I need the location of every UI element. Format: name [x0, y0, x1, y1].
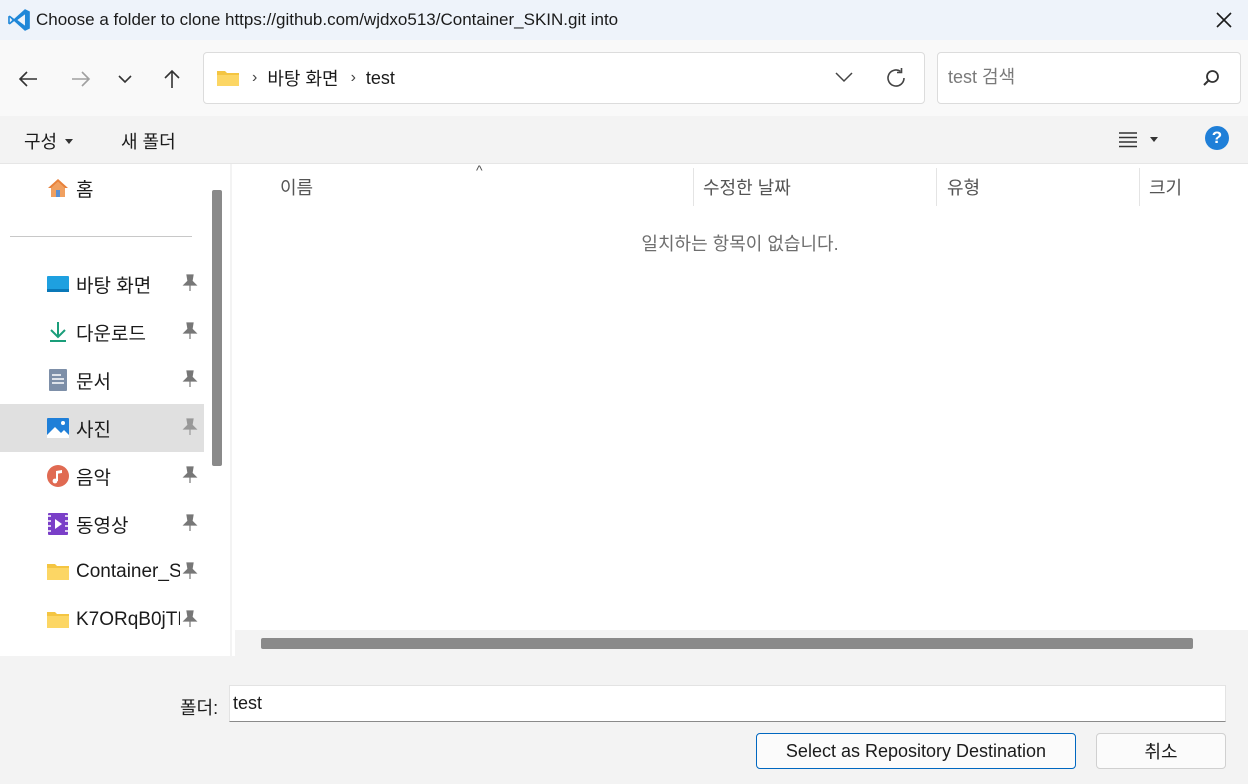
back-button[interactable] [13, 64, 43, 94]
address-dropdown-button[interactable] [834, 67, 854, 92]
arrow-right-icon [72, 71, 91, 87]
address-bar[interactable]: › 바탕 화면 › test [203, 52, 925, 104]
search-icon [1203, 70, 1219, 86]
chevron-down-icon [118, 75, 132, 84]
desktop-icon [47, 276, 69, 292]
file-list: ^ 이름 수정한 날짜 유형 크기 일치하는 항목이 없습니다. [232, 162, 1248, 656]
column-divider[interactable] [936, 168, 937, 206]
search-input[interactable] [948, 67, 1188, 88]
pictures-icon [47, 418, 69, 438]
folder-icon [217, 71, 239, 86]
breadcrumb-separator: › [350, 69, 356, 86]
sidebar-item-label: 동영상 [76, 515, 129, 537]
close-icon [1216, 12, 1232, 28]
select-destination-button[interactable]: Select as Repository Destination [756, 733, 1076, 769]
sidebar-item-k7orqb0jte[interactable]: K7ORqB0jTE3 [0, 596, 204, 644]
arrow-up-icon [164, 69, 180, 88]
folder-icon [47, 564, 69, 580]
organize-label: 구성 [24, 132, 58, 152]
pin-icon [182, 418, 198, 435]
vscode-icon [8, 9, 30, 31]
help-label: ? [1211, 128, 1223, 147]
cancel-label: 취소 [1144, 742, 1178, 762]
column-header-type[interactable]: 유형 [947, 174, 980, 200]
navigation-bar: › 바탕 화면 › test [0, 40, 1248, 116]
sidebar-item-videos[interactable]: 동영상 [0, 500, 204, 548]
horizontal-scrollbar[interactable] [235, 630, 1248, 656]
cancel-button[interactable]: 취소 [1096, 733, 1226, 769]
title-bar: Choose a folder to clone https://github.… [0, 0, 1248, 40]
window-title: Choose a folder to clone https://github.… [36, 10, 619, 29]
search-box[interactable] [937, 52, 1241, 104]
sidebar-item-container-skin[interactable]: Container_SKIN [0, 548, 204, 596]
documents-icon [49, 369, 67, 391]
sidebar-item-music[interactable]: 음악 [0, 452, 204, 500]
pin-icon [182, 514, 198, 531]
pin-icon [182, 562, 198, 579]
sidebar-divider [10, 236, 192, 237]
chevron-down-icon [835, 72, 853, 83]
dialog-footer: 폴더: Select as Repository Destination 취소 [0, 656, 1248, 784]
folder-name-input[interactable] [229, 685, 1226, 722]
breadcrumb-separator: › [252, 69, 258, 86]
sidebar-item-label: 음악 [76, 467, 111, 489]
close-button[interactable] [1210, 6, 1238, 34]
help-button[interactable]: ? [1205, 126, 1229, 150]
forward-button[interactable] [66, 64, 96, 94]
sidebar-item-downloads[interactable]: 다운로드 [0, 308, 204, 356]
column-header-name[interactable]: 이름 [280, 174, 313, 200]
sidebar-item-pictures[interactable]: 사진 [0, 404, 204, 452]
pin-icon [182, 322, 198, 339]
new-folder-button[interactable]: 새 폴더 [121, 128, 176, 154]
pin-icon [182, 466, 198, 483]
sort-ascending-icon: ^ [476, 162, 483, 178]
sidebar-item-label: 바탕 화면 [76, 275, 152, 297]
empty-message: 일치하는 항목이 없습니다. [641, 234, 839, 254]
view-options-button[interactable] [1118, 130, 1158, 148]
arrow-left-icon [18, 71, 37, 87]
breadcrumb-desktop[interactable]: 바탕 화면 [267, 65, 338, 91]
sidebar-item-documents[interactable]: 문서 [0, 356, 204, 404]
sidebar-item-label: 홈 [76, 179, 94, 201]
sidebar-item-label: 다운로드 [76, 323, 146, 345]
caret-down-icon [65, 138, 74, 144]
command-bar: 구성 새 폴더 [0, 116, 1248, 164]
sidebar-scrollbar[interactable] [204, 164, 230, 656]
up-button[interactable] [157, 64, 187, 94]
breadcrumb-test[interactable]: test [366, 68, 395, 89]
sidebar-item-desktop[interactable]: 바탕 화면 [0, 260, 204, 308]
list-view-icon [1119, 132, 1137, 148]
sidebar-item-label: K7ORqB0jTE3 [76, 609, 180, 630]
sidebar-scrollbar-thumb[interactable] [212, 190, 222, 466]
new-folder-label: 새 폴더 [121, 132, 176, 152]
download-icon [50, 322, 66, 342]
folder-label: 폴더: [180, 698, 219, 718]
recent-locations-button[interactable] [110, 64, 140, 94]
music-icon [47, 465, 69, 487]
refresh-button[interactable] [884, 66, 908, 95]
sidebar-item-home[interactable]: 홈 [0, 164, 204, 212]
folder-icon [47, 612, 69, 628]
caret-down-icon [1150, 136, 1158, 142]
column-divider[interactable] [1139, 168, 1140, 206]
navigation-pane: 홈 바탕 화면 다운로드 문서 사진 음악 동영상 Container_S K7… [0, 164, 204, 656]
sidebar-item-label: 사진 [76, 419, 111, 441]
pin-icon [182, 274, 198, 291]
column-header-modified[interactable]: 수정한 날짜 [703, 174, 791, 200]
select-destination-label: Select as Repository Destination [785, 740, 1047, 761]
home-icon [48, 179, 68, 197]
sidebar-item-label: Container_SKIN [76, 561, 180, 582]
organize-menu[interactable]: 구성 [24, 128, 74, 154]
pin-icon [182, 370, 198, 387]
videos-icon [48, 513, 68, 535]
pin-icon [182, 610, 198, 627]
horizontal-scrollbar-thumb[interactable] [261, 638, 1193, 649]
refresh-icon [887, 68, 905, 87]
column-header-size[interactable]: 크기 [1149, 174, 1182, 200]
sidebar-item-label: 문서 [76, 371, 111, 393]
column-divider[interactable] [693, 168, 694, 206]
